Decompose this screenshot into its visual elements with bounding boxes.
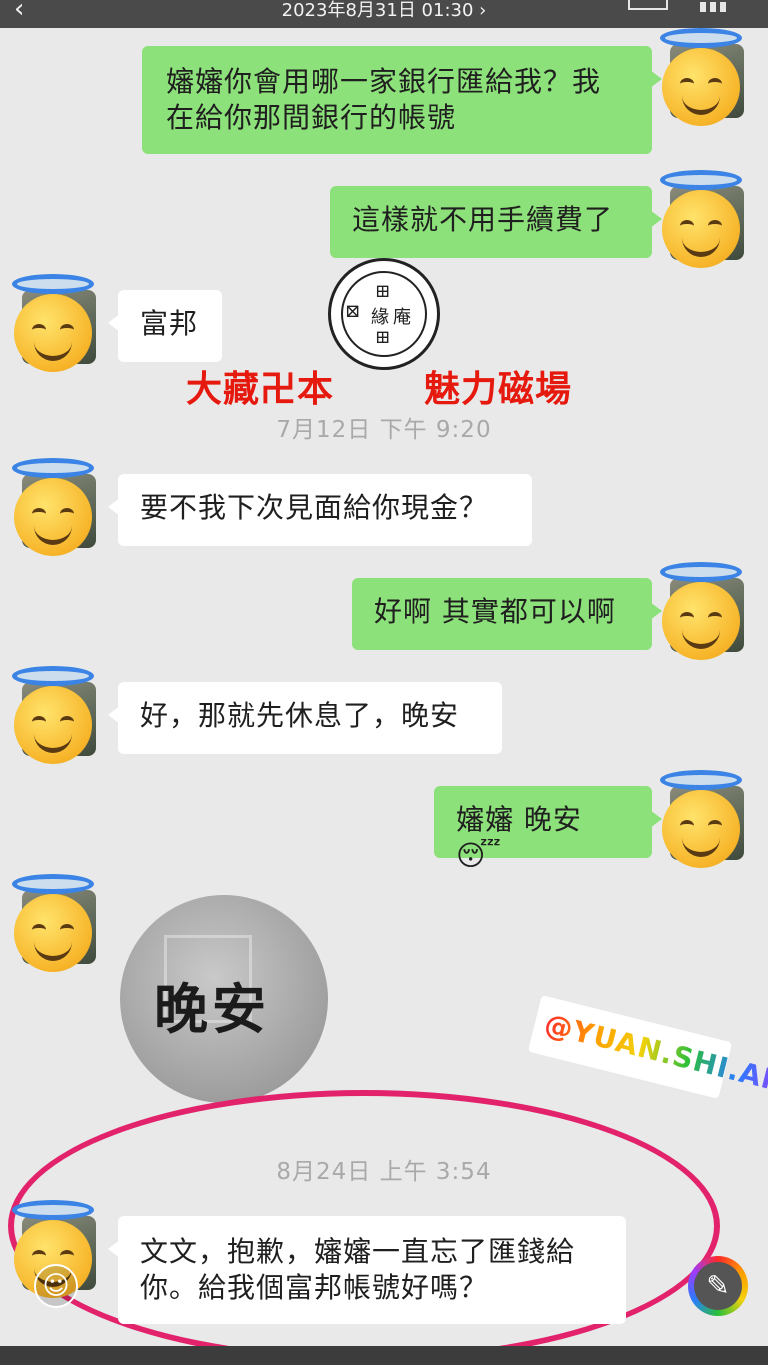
pencil-icon: ✎: [694, 1262, 742, 1310]
sticker-text: 晚安: [154, 977, 270, 1041]
bottom-bar: [0, 1346, 768, 1365]
smiley-halo-icon: [660, 770, 742, 868]
top-bar: ‹ 2023年8月31日 01:30 ›: [0, 0, 768, 28]
promo-text-right: 魅力磁場: [424, 369, 573, 410]
sleeping-face-icon: 😴: [456, 839, 502, 872]
message-outgoing[interactable]: 嬸嬸你會用哪一家銀行匯給我？我 在給你那間銀行的帳號: [142, 46, 662, 154]
smiley-halo-icon: [12, 666, 94, 764]
smiley-button[interactable]: ☺: [34, 1264, 78, 1308]
smiley-halo-icon: [660, 28, 742, 126]
avatar[interactable]: [660, 28, 744, 126]
seal-stamp: ⊠ ⊞ 緣 庵 ⊞: [328, 258, 440, 370]
smiley-halo-icon: [12, 874, 94, 972]
smiley-halo-icon: [660, 170, 742, 268]
avatar[interactable]: [12, 274, 96, 372]
smiley-halo-icon: [12, 458, 94, 556]
message-incoming[interactable]: 文文，抱歉，嬸嬸一直忘了匯錢給 你。給我個富邦帳號好嗎？: [108, 1216, 626, 1324]
message-incoming[interactable]: 富邦: [108, 290, 222, 362]
avatar[interactable]: [12, 874, 96, 972]
smiley-halo-icon: [660, 562, 742, 660]
screenshot-icon[interactable]: [628, 0, 668, 10]
edit-button[interactable]: ✎: [688, 1256, 748, 1316]
message-incoming[interactable]: 要不我下次見面給你現金？: [108, 474, 532, 546]
avatar[interactable]: [660, 562, 744, 660]
date-separator: 7月12日 下午 9:20: [276, 417, 492, 443]
avatar[interactable]: [12, 458, 96, 556]
watermark-text: @YUAN.SHI.AN: [541, 1007, 768, 1099]
smiley-halo-icon: [12, 274, 94, 372]
avatar[interactable]: [660, 170, 744, 268]
message-outgoing[interactable]: 這樣就不用手續費了: [330, 186, 662, 258]
bars-icon[interactable]: [700, 0, 736, 12]
avatar[interactable]: [660, 770, 744, 868]
avatar[interactable]: [12, 666, 96, 764]
watermark-label: @YUAN.SHI.AN: [527, 995, 768, 1099]
promo-text-left: 大藏卍本: [186, 369, 335, 410]
message-incoming[interactable]: 好，那就先休息了，晚安: [108, 682, 502, 754]
date-separator: 8月24日 上午 3:54: [276, 1159, 492, 1185]
sticker-message[interactable]: 晚安: [120, 895, 328, 1103]
message-outgoing[interactable]: 嬸嬸 晚安 😴: [434, 786, 662, 872]
message-outgoing[interactable]: 好啊 其實都可以啊: [352, 578, 662, 650]
message-text: 嬸嬸 晚安: [456, 803, 582, 836]
